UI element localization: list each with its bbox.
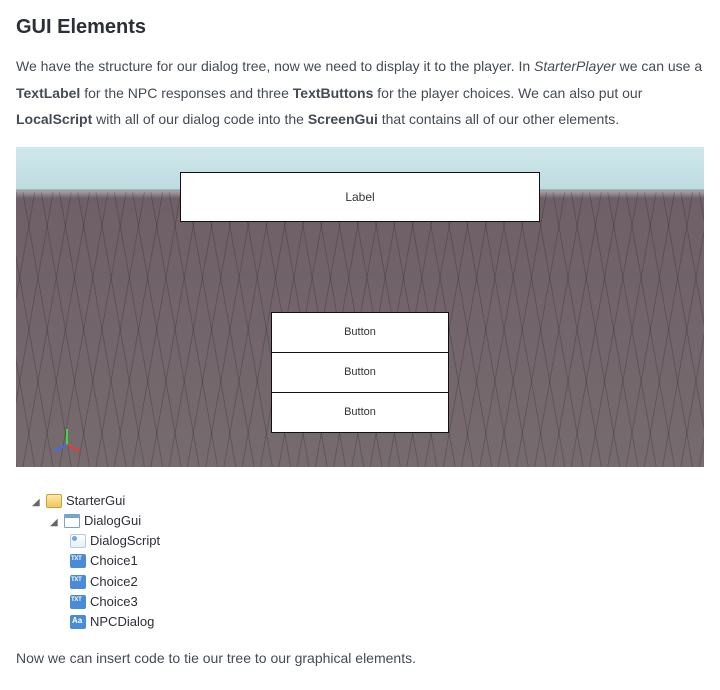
tree-item-dialoggui[interactable]: ◢ DialogGui <box>50 511 704 531</box>
intro-text: for the NPC responses and three <box>80 85 292 101</box>
tree-item-label: DialogScript <box>90 532 160 550</box>
screengui-icon <box>64 514 80 528</box>
intro-paragraph: We have the structure for our dialog tre… <box>16 53 704 133</box>
intro-text: for the player choices. We can also put … <box>373 85 642 101</box>
game-viewport-screenshot: Label Button Button Button <box>16 147 704 467</box>
intro-text: We have the structure for our dialog tre… <box>16 58 534 74</box>
intro-text: we can use a <box>616 58 702 74</box>
intro-starterplayer: StarterPlayer <box>534 58 616 74</box>
axis-gizmo-icon <box>52 425 82 455</box>
tree-item-startergui[interactable]: ◢ StarterGui <box>32 491 704 511</box>
intro-text: that contains all of our other elements. <box>378 111 619 127</box>
tree-item-dialogscript[interactable]: DialogScript <box>70 531 704 551</box>
expand-arrow-icon[interactable]: ◢ <box>50 516 60 526</box>
intro-textlabel: TextLabel <box>16 85 80 101</box>
intro-localscript: LocalScript <box>16 111 92 127</box>
tree-item-choice3[interactable]: Choice3 <box>70 592 704 612</box>
intro-screengui: ScreenGui <box>308 111 378 127</box>
explorer-tree: ◢ StarterGui ◢ DialogGui DialogScript Ch… <box>20 491 704 632</box>
textlabel-icon <box>70 615 86 629</box>
outro-paragraph: Now we can insert code to tie our tree t… <box>16 650 704 666</box>
tree-item-label: NPCDialog <box>90 613 154 631</box>
section-heading: GUI Elements <box>16 16 704 39</box>
choice-button[interactable]: Button <box>272 353 448 393</box>
intro-text: with all of our dialog code into the <box>92 111 308 127</box>
intro-textbuttons: TextButtons <box>293 85 374 101</box>
choice-button[interactable]: Button <box>272 393 448 433</box>
choice-button[interactable]: Button <box>272 313 448 353</box>
textbutton-icon <box>70 595 86 609</box>
tree-item-label: StarterGui <box>66 492 125 510</box>
textbutton-icon <box>70 575 86 589</box>
tree-item-npcdialog[interactable]: NPCDialog <box>70 612 704 632</box>
tree-item-choice2[interactable]: Choice2 <box>70 572 704 592</box>
expand-arrow-icon[interactable]: ◢ <box>32 496 42 506</box>
textbutton-icon <box>70 554 86 568</box>
localscript-icon <box>70 534 86 548</box>
tree-item-label: Choice2 <box>90 573 138 591</box>
folder-icon <box>46 494 62 508</box>
npc-text-label: Label <box>180 172 540 222</box>
tree-item-label: Choice1 <box>90 552 138 570</box>
tree-item-choice1[interactable]: Choice1 <box>70 551 704 571</box>
tree-item-label: DialogGui <box>84 512 141 530</box>
choice-button-stack: Button Button Button <box>271 312 449 433</box>
tree-item-label: Choice3 <box>90 593 138 611</box>
